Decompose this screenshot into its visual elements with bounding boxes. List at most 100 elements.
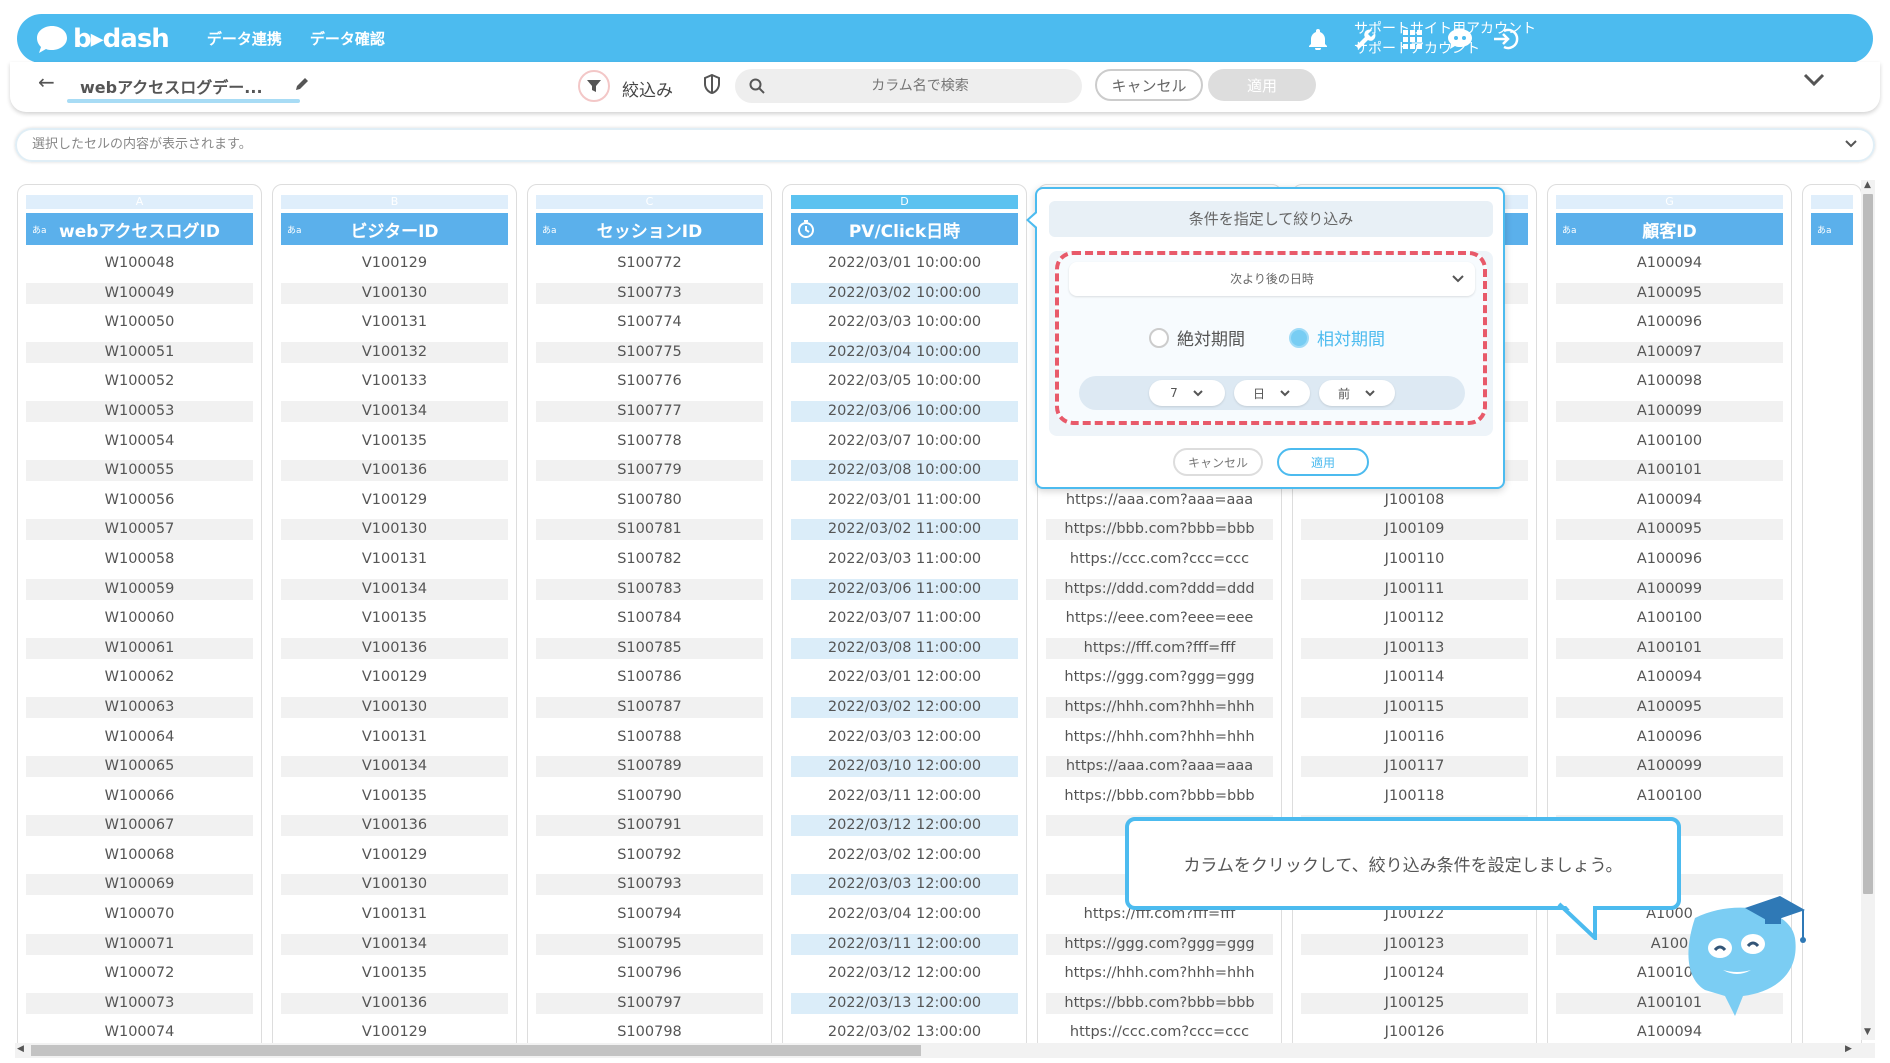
table-cell[interactable]: 2022/03/12 12:00:00 xyxy=(791,963,1018,984)
table-cell[interactable]: W100058 xyxy=(26,549,253,570)
table-cell[interactable]: W100071 xyxy=(26,933,253,955)
table-cell[interactable]: S100791 xyxy=(536,815,763,837)
table-cell[interactable]: 2022/03/02 11:00:00 xyxy=(791,519,1018,541)
table-cell[interactable]: 2022/03/13 12:00:00 xyxy=(791,992,1018,1014)
cell-content-bar[interactable]: 選択したセルの内容が表示されます。 xyxy=(15,128,1875,162)
column-letter[interactable] xyxy=(1811,195,1853,209)
table-cell[interactable]: J100111 xyxy=(1301,578,1528,600)
clear-filter-icon[interactable] xyxy=(703,74,721,94)
table-cell[interactable]: J100117 xyxy=(1301,756,1528,778)
table-cell[interactable]: W100067 xyxy=(26,815,253,837)
table-cell[interactable]: W100057 xyxy=(26,519,253,541)
table-cell[interactable]: V100130 xyxy=(281,696,508,718)
column-header[interactable]: あa xyxy=(1811,213,1853,245)
column-3[interactable]: C あa セッションID S100772 S100773 S100774 S100775 S1… xyxy=(527,184,772,1052)
table-cell[interactable]: A100101 xyxy=(1556,460,1783,482)
logout-icon[interactable] xyxy=(1491,24,1521,54)
table-cell[interactable]: https://bbb.com?bbb=bbb xyxy=(1046,519,1273,541)
table-cell[interactable]: V100135 xyxy=(281,431,508,452)
table-cell[interactable]: J100109 xyxy=(1301,519,1528,541)
table-cell[interactable]: A100099 xyxy=(1556,756,1783,778)
table-cell[interactable]: V100129 xyxy=(281,1022,508,1043)
table-cell[interactable]: S100795 xyxy=(536,933,763,955)
column-letter[interactable]: C xyxy=(536,195,763,209)
table-cell[interactable]: W100049 xyxy=(26,282,253,304)
table-cell[interactable]: S100775 xyxy=(536,341,763,363)
table-cell[interactable]: S100788 xyxy=(536,727,763,748)
table-cell[interactable]: 2022/03/07 11:00:00 xyxy=(791,608,1018,629)
table-cell[interactable]: V100131 xyxy=(281,727,508,748)
table-cell[interactable]: S100789 xyxy=(536,756,763,778)
edit-pencil-icon[interactable] xyxy=(294,76,310,92)
table-cell[interactable]: S100774 xyxy=(536,312,763,333)
column-2[interactable]: B あa ビジターID V100129 V100130 V100131 V100132 V10… xyxy=(272,184,517,1052)
table-cell[interactable]: 2022/03/01 11:00:00 xyxy=(791,490,1018,511)
table-cell[interactable]: W100070 xyxy=(26,904,253,925)
table-cell[interactable]: 2022/03/05 10:00:00 xyxy=(791,371,1018,392)
table-cell[interactable]: S100783 xyxy=(536,578,763,600)
table-cell[interactable]: 2022/03/08 10:00:00 xyxy=(791,460,1018,482)
radio-relative-dot[interactable] xyxy=(1289,327,1309,348)
table-cell[interactable]: https://ggg.com?ggg=ggg xyxy=(1046,933,1273,955)
table-cell[interactable]: J100108 xyxy=(1301,490,1528,511)
table-cell[interactable]: A100094 xyxy=(1556,1022,1783,1043)
table-cell[interactable]: A100095 xyxy=(1556,519,1783,541)
table-cell[interactable]: A100099 xyxy=(1556,578,1783,600)
bdash-logo[interactable]: b▸dash xyxy=(35,24,170,54)
table-cell[interactable]: S100798 xyxy=(536,1022,763,1043)
table-cell[interactable]: A100100 xyxy=(1556,786,1783,807)
table-cell[interactable]: S100792 xyxy=(536,845,763,866)
table-cell[interactable]: W100072 xyxy=(26,963,253,984)
table-cell[interactable]: J100124 xyxy=(1301,963,1528,984)
chevron-down-icon[interactable] xyxy=(1843,136,1859,152)
table-cell[interactable]: https://ggg.com?ggg=ggg xyxy=(1046,667,1273,688)
table-cell[interactable]: S100779 xyxy=(536,460,763,482)
table-cell[interactable]: 2022/03/01 10:00:00 xyxy=(791,253,1018,274)
column-header[interactable]: PV/Click日時 xyxy=(791,213,1018,245)
table-cell[interactable]: 2022/03/02 13:00:00 xyxy=(791,1022,1018,1043)
table-cell[interactable]: A100096 xyxy=(1556,727,1783,748)
column-header[interactable]: あa 顧客ID xyxy=(1556,213,1783,245)
chevron-down-icon[interactable] xyxy=(1802,72,1826,88)
table-cell[interactable]: https://hhh.com?hhh=hhh xyxy=(1046,963,1273,984)
table-cell[interactable]: W100054 xyxy=(26,431,253,452)
table-cell[interactable]: 2022/03/03 10:00:00 xyxy=(791,312,1018,333)
table-cell[interactable]: 2022/03/11 12:00:00 xyxy=(791,786,1018,807)
table-cell[interactable]: 2022/03/01 12:00:00 xyxy=(791,667,1018,688)
table-cell[interactable]: J100125 xyxy=(1301,992,1528,1014)
table-cell[interactable]: S100776 xyxy=(536,371,763,392)
radio-relative-period[interactable]: 相対期間 xyxy=(1289,325,1385,350)
table-cell[interactable]: W100064 xyxy=(26,727,253,748)
popup-cancel-button[interactable]: キャンセル xyxy=(1173,448,1263,476)
table-cell[interactable]: S100794 xyxy=(536,904,763,925)
table-cell[interactable]: V100129 xyxy=(281,490,508,511)
horizontal-scrollbar[interactable]: ◀ ▶ xyxy=(15,1043,1875,1058)
table-cell[interactable]: J100116 xyxy=(1301,727,1528,748)
table-cell[interactable]: W100062 xyxy=(26,667,253,688)
table-cell[interactable]: W100065 xyxy=(26,756,253,778)
table-cell[interactable]: S100781 xyxy=(536,519,763,541)
column-search-input[interactable] xyxy=(775,69,1065,103)
table-cell[interactable]: A100095 xyxy=(1556,696,1783,718)
table-cell[interactable]: 2022/03/07 10:00:00 xyxy=(791,431,1018,452)
table-cell[interactable]: W100052 xyxy=(26,371,253,392)
radio-absolute-dot[interactable] xyxy=(1149,327,1169,348)
table-cell[interactable]: J100114 xyxy=(1301,667,1528,688)
column-header[interactable]: あa セッションID xyxy=(536,213,763,245)
table-cell[interactable]: S100786 xyxy=(536,667,763,688)
table-cell[interactable]: V100129 xyxy=(281,253,508,274)
table-cell[interactable]: W100060 xyxy=(26,608,253,629)
table-cell[interactable]: A100095 xyxy=(1556,282,1783,304)
column-search[interactable] xyxy=(735,69,1082,103)
table-cell[interactable]: V100131 xyxy=(281,904,508,925)
table-cell[interactable]: V100135 xyxy=(281,608,508,629)
toolbar-apply-button[interactable]: 適用 xyxy=(1208,69,1316,101)
table-cell[interactable]: V100131 xyxy=(281,549,508,570)
table-cell[interactable]: V100134 xyxy=(281,400,508,422)
scroll-down-arrow-icon[interactable]: ▼ xyxy=(1864,1027,1871,1037)
vertical-scroll-thumb[interactable] xyxy=(1863,194,1873,894)
table-cell[interactable]: S100773 xyxy=(536,282,763,304)
radio-absolute-period[interactable]: 絶対期間 xyxy=(1149,325,1245,350)
table-cell[interactable]: W100055 xyxy=(26,460,253,482)
table-cell[interactable]: https://aaa.com?aaa=aaa xyxy=(1046,756,1273,778)
